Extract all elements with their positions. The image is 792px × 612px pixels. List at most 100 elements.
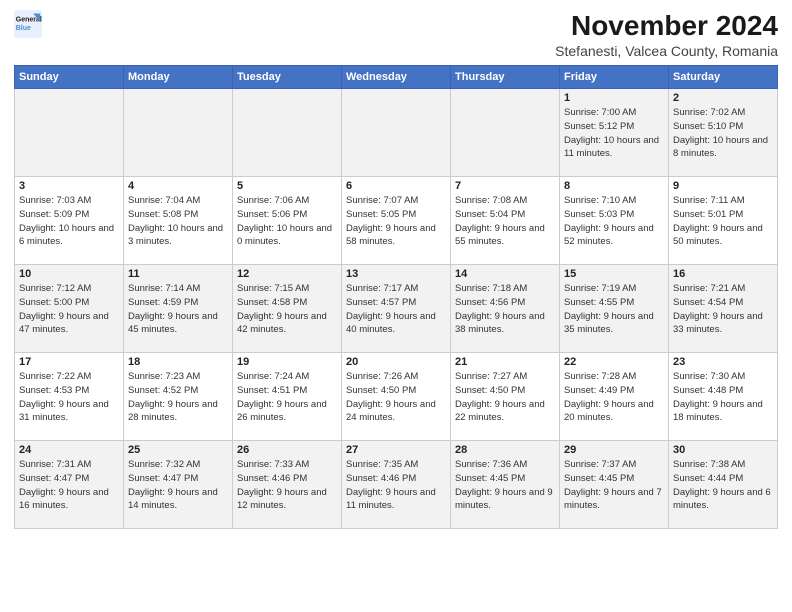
day-info: Sunrise: 7:30 AMSunset: 4:48 PMDaylight:… — [673, 370, 773, 425]
day-number: 11 — [128, 268, 228, 280]
calendar-week-row-5: 24 Sunrise: 7:31 AMSunset: 4:47 PMDayligh… — [15, 441, 778, 529]
day-number: 5 — [237, 180, 337, 192]
day-number: 19 — [237, 356, 337, 368]
day-info: Sunrise: 7:12 AMSunset: 5:00 PMDaylight:… — [19, 282, 119, 337]
calendar-cell: 8 Sunrise: 7:10 AMSunset: 5:03 PMDaylight… — [560, 177, 669, 265]
day-info: Sunrise: 7:27 AMSunset: 4:50 PMDaylight:… — [455, 370, 555, 425]
day-info: Sunrise: 7:31 AMSunset: 4:47 PMDaylight:… — [19, 458, 119, 513]
calendar-cell — [233, 89, 342, 177]
day-number: 25 — [128, 444, 228, 456]
calendar-cell: 23 Sunrise: 7:30 AMSunset: 4:48 PMDayligh… — [669, 353, 778, 441]
day-number: 29 — [564, 444, 664, 456]
day-number: 14 — [455, 268, 555, 280]
day-info: Sunrise: 7:37 AMSunset: 4:45 PMDaylight:… — [564, 458, 664, 513]
calendar-cell: 18Sunrise: 7:23 AMSunset: 4:52 PMDayligh… — [124, 353, 233, 441]
calendar-header-row: Sunday Monday Tuesday Wednesday Thursday… — [15, 66, 778, 89]
col-thursday: Thursday — [451, 66, 560, 89]
day-number: 2 — [673, 92, 773, 104]
calendar-cell — [342, 89, 451, 177]
calendar-cell: 29 Sunrise: 7:37 AMSunset: 4:45 PMDayligh… — [560, 441, 669, 529]
calendar-cell: 22 Sunrise: 7:28 AMSunset: 4:49 PMDayligh… — [560, 353, 669, 441]
day-info: Sunrise: 7:33 AMSunset: 4:46 PMDaylight:… — [237, 458, 337, 513]
day-info: Sunrise: 7:38 AMSunset: 4:44 PMDaylight:… — [673, 458, 773, 513]
calendar-cell: 7 Sunrise: 7:08 AMSunset: 5:04 PMDaylight… — [451, 177, 560, 265]
calendar-cell: 14Sunrise: 7:18 AMSunset: 4:56 PMDayligh… — [451, 265, 560, 353]
calendar-cell: 6Sunrise: 7:07 AMSunset: 5:05 PMDaylight… — [342, 177, 451, 265]
day-number: 20 — [346, 356, 446, 368]
day-info: Sunrise: 7:00 AMSunset: 5:12 PMDaylight:… — [564, 106, 664, 161]
day-info: Sunrise: 7:21 AMSunset: 4:54 PMDaylight:… — [673, 282, 773, 337]
day-number: 23 — [673, 356, 773, 368]
calendar-cell: 24 Sunrise: 7:31 AMSunset: 4:47 PMDayligh… — [15, 441, 124, 529]
day-info: Sunrise: 7:04 AMSunset: 5:08 PMDaylight:… — [128, 194, 228, 249]
calendar-cell: 21 Sunrise: 7:27 AMSunset: 4:50 PMDayligh… — [451, 353, 560, 441]
day-info: Sunrise: 7:23 AMSunset: 4:52 PMDaylight:… — [128, 370, 228, 425]
day-number: 7 — [455, 180, 555, 192]
calendar-cell: 25 Sunrise: 7:32 AMSunset: 4:47 PMDayligh… — [124, 441, 233, 529]
day-number: 4 — [128, 180, 228, 192]
col-saturday: Saturday — [669, 66, 778, 89]
day-number: 10 — [19, 268, 119, 280]
day-info: Sunrise: 7:32 AMSunset: 4:47 PMDaylight:… — [128, 458, 228, 513]
day-info: Sunrise: 7:02 AMSunset: 5:10 PMDaylight:… — [673, 106, 773, 161]
col-sunday: Sunday — [15, 66, 124, 89]
subtitle: Stefanesti, Valcea County, Romania — [555, 43, 778, 59]
calendar-week-row-3: 10 Sunrise: 7:12 AMSunset: 5:00 PMDayligh… — [15, 265, 778, 353]
calendar-cell: 3 Sunrise: 7:03 AMSunset: 5:09 PMDaylight… — [15, 177, 124, 265]
col-friday: Friday — [560, 66, 669, 89]
day-number: 9 — [673, 180, 773, 192]
calendar-cell: 9 Sunrise: 7:11 AMSunset: 5:01 PMDaylight… — [669, 177, 778, 265]
day-info: Sunrise: 7:19 AMSunset: 4:55 PMDaylight:… — [564, 282, 664, 337]
col-wednesday: Wednesday — [342, 66, 451, 89]
main-title: November 2024 — [555, 10, 778, 42]
header: General Blue November 2024 Stefanesti, V… — [14, 10, 778, 59]
calendar-week-row-4: 17Sunrise: 7:22 AMSunset: 4:53 PMDayligh… — [15, 353, 778, 441]
calendar-cell: 11Sunrise: 7:14 AMSunset: 4:59 PMDayligh… — [124, 265, 233, 353]
svg-text:Blue: Blue — [16, 25, 31, 32]
calendar-week-row-1: 1Sunrise: 7:00 AMSunset: 5:12 PMDaylight… — [15, 89, 778, 177]
day-info: Sunrise: 7:06 AMSunset: 5:06 PMDaylight:… — [237, 194, 337, 249]
day-number: 15 — [564, 268, 664, 280]
day-info: Sunrise: 7:15 AMSunset: 4:58 PMDaylight:… — [237, 282, 337, 337]
calendar-cell — [15, 89, 124, 177]
day-info: Sunrise: 7:26 AMSunset: 4:50 PMDaylight:… — [346, 370, 446, 425]
calendar-cell: 17Sunrise: 7:22 AMSunset: 4:53 PMDayligh… — [15, 353, 124, 441]
day-number: 26 — [237, 444, 337, 456]
calendar-cell: 5 Sunrise: 7:06 AMSunset: 5:06 PMDaylight… — [233, 177, 342, 265]
day-number: 17 — [19, 356, 119, 368]
day-number: 3 — [19, 180, 119, 192]
day-number: 8 — [564, 180, 664, 192]
day-info: Sunrise: 7:35 AMSunset: 4:46 PMDaylight:… — [346, 458, 446, 513]
day-info: Sunrise: 7:08 AMSunset: 5:04 PMDaylight:… — [455, 194, 555, 249]
day-number: 13 — [346, 268, 446, 280]
calendar-cell — [451, 89, 560, 177]
title-block: November 2024 Stefanesti, Valcea County,… — [555, 10, 778, 59]
day-number: 30 — [673, 444, 773, 456]
calendar-cell: 26 Sunrise: 7:33 AMSunset: 4:46 PMDayligh… — [233, 441, 342, 529]
calendar-cell: 13 Sunrise: 7:17 AMSunset: 4:57 PMDayligh… — [342, 265, 451, 353]
calendar-cell: 19Sunrise: 7:24 AMSunset: 4:51 PMDayligh… — [233, 353, 342, 441]
calendar-table: Sunday Monday Tuesday Wednesday Thursday… — [14, 65, 778, 529]
day-number: 24 — [19, 444, 119, 456]
day-number: 16 — [673, 268, 773, 280]
calendar-cell: 4 Sunrise: 7:04 AMSunset: 5:08 PMDaylight… — [124, 177, 233, 265]
calendar-cell: 1Sunrise: 7:00 AMSunset: 5:12 PMDaylight… — [560, 89, 669, 177]
calendar-cell: 12 Sunrise: 7:15 AMSunset: 4:58 PMDayligh… — [233, 265, 342, 353]
day-number: 12 — [237, 268, 337, 280]
calendar-cell: 16 Sunrise: 7:21 AMSunset: 4:54 PMDayligh… — [669, 265, 778, 353]
calendar-cell: 30 Sunrise: 7:38 AMSunset: 4:44 PMDayligh… — [669, 441, 778, 529]
day-info: Sunrise: 7:11 AMSunset: 5:01 PMDaylight:… — [673, 194, 773, 249]
day-info: Sunrise: 7:36 AMSunset: 4:45 PMDaylight:… — [455, 458, 555, 513]
day-info: Sunrise: 7:17 AMSunset: 4:57 PMDaylight:… — [346, 282, 446, 337]
day-number: 28 — [455, 444, 555, 456]
day-info: Sunrise: 7:10 AMSunset: 5:03 PMDaylight:… — [564, 194, 664, 249]
day-info: Sunrise: 7:28 AMSunset: 4:49 PMDaylight:… — [564, 370, 664, 425]
day-number: 27 — [346, 444, 446, 456]
day-number: 21 — [455, 356, 555, 368]
calendar-week-row-2: 3 Sunrise: 7:03 AMSunset: 5:09 PMDaylight… — [15, 177, 778, 265]
day-info: Sunrise: 7:03 AMSunset: 5:09 PMDaylight:… — [19, 194, 119, 249]
col-monday: Monday — [124, 66, 233, 89]
logo-icon: General Blue — [14, 10, 42, 38]
day-number: 22 — [564, 356, 664, 368]
calendar-cell: 27 Sunrise: 7:35 AMSunset: 4:46 PMDayligh… — [342, 441, 451, 529]
